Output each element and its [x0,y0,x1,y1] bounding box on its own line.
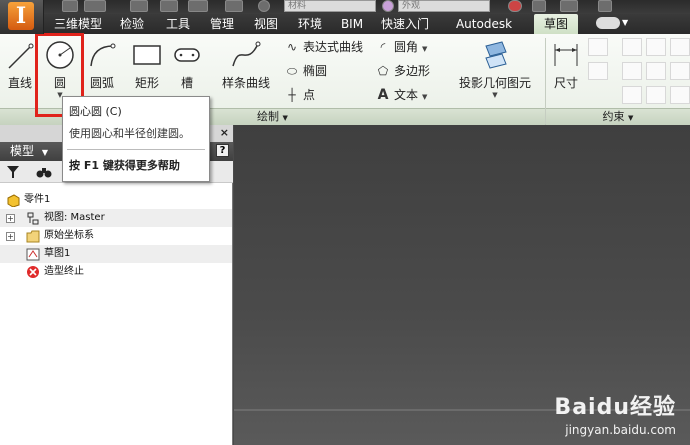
project-geometry-icon [485,41,507,69]
tangent-constraint-icon[interactable] [622,86,642,104]
tooltip-title: 圆心圆 (C) [69,105,122,118]
polygon-button[interactable]: ⬠ 多边形 [375,62,430,80]
tree-item-sketch[interactable]: 草图1 [0,245,232,263]
part-icon [7,194,20,207]
tab-3d-model[interactable]: 三维模型 [50,14,106,34]
fillet-button[interactable]: ◜ 圆角 ▼ [375,38,428,56]
chevron-down-icon[interactable]: ▼ [456,91,534,99]
panel-toggle-icon[interactable] [596,17,620,29]
tab-inspect[interactable]: 检验 [112,14,152,34]
dimension-button[interactable]: 尺寸 [550,38,582,91]
close-icon[interactable]: × [220,126,229,139]
tab-autodesk-360[interactable]: Autodesk 360 [444,14,524,51]
watermark-brand: Baidu经验 [554,395,676,420]
quick-access-toolbar: 材料 外观 [0,0,690,14]
chevron-down-icon[interactable]: ▼ [42,148,48,157]
rectangle-icon [133,45,161,65]
concentric-constraint-icon[interactable] [670,38,690,56]
collinear-constraint-icon[interactable] [646,38,666,56]
point-button[interactable]: ┼ 点 [284,86,315,104]
return-icon[interactable] [188,0,208,12]
ribbon-tab-bar: 三维模型 检验 工具 管理 视图 环境 BIM 快速入门 Autodesk 36… [0,14,690,51]
arc-button[interactable]: 圆弧 [86,38,118,91]
line-button[interactable]: 直线 [4,38,36,91]
customize-icon[interactable] [598,0,612,12]
end-of-part-icon [27,266,39,278]
appearance-icon [382,0,394,12]
tab-tools[interactable]: 工具 [158,14,198,34]
slot-button[interactable]: 槽 [172,38,202,91]
arc-icon [90,43,116,67]
tab-bim[interactable]: BIM [335,14,369,34]
folder-icon [26,230,40,243]
sketch-icon [26,248,40,261]
open-icon[interactable] [84,0,106,12]
tooltip-divider [67,149,205,150]
rectangle-button[interactable]: 矩形 [130,38,164,91]
chevron-down-icon: ▼ [628,114,634,122]
tree-item-part[interactable]: 零件1 [0,191,232,209]
expand-icon[interactable]: + [6,214,15,223]
appearance-dropdown[interactable]: 外观 [398,0,490,12]
horizontal-constraint-icon[interactable] [670,62,690,80]
filter-icon[interactable] [6,165,20,179]
polygon-icon: ⬠ [377,64,389,78]
vertical-constraint-icon[interactable] [670,86,690,104]
dimension-icon [554,44,578,66]
tree-item-end-of-part[interactable]: 造型终止 [0,263,232,281]
measure-icon[interactable] [532,0,546,12]
ellipse-icon: ⬭ [286,64,298,78]
tree-item-origin[interactable]: + 原始坐标系 [0,227,232,245]
show-constraints-icon[interactable] [588,62,608,80]
binoculars-icon[interactable] [36,165,52,179]
equation-curve-icon: ∿ [286,40,298,54]
redo-icon[interactable] [160,0,178,12]
material-icon [258,0,270,12]
chevron-down-icon[interactable]: ▼ [422,93,427,101]
tree-item-view[interactable]: + 视图: Master [0,209,232,227]
help-icon[interactable]: ? [216,144,229,157]
select-icon[interactable] [225,0,243,12]
equation-curve-button[interactable]: ∿ 表达式曲线 [284,38,363,56]
watermark-url: jingyan.baidu.com [565,423,676,437]
point-icon: ┼ [288,88,296,102]
expand-icon[interactable]: + [6,232,15,241]
inventor-logo-icon: I [8,2,34,30]
project-geometry-button[interactable]: 投影几何图元 ▼ [456,38,534,99]
chevron-down-icon: ▼ [282,114,288,122]
constrain-panel-bar[interactable]: 约束 ▼ [546,108,690,125]
new-icon[interactable] [62,0,78,12]
material-dropdown[interactable]: 材料 [284,0,376,12]
slot-icon [174,48,200,62]
update-icon[interactable] [508,0,522,12]
spline-icon [232,41,261,67]
perpendicular-constraint-icon[interactable] [646,62,666,80]
smooth-constraint-icon[interactable] [646,86,666,104]
view-representation-icon [27,212,39,225]
crosshair-icon[interactable] [560,0,578,12]
fillet-icon: ◜ [380,40,386,54]
chevron-down-icon[interactable]: ▼ [622,18,628,27]
ellipse-button[interactable]: ⬭ 椭圆 [284,62,327,80]
tab-view[interactable]: 视图 [248,14,284,34]
tab-manage[interactable]: 管理 [202,14,242,34]
text-icon: A [377,87,389,103]
tab-environments[interactable]: 环境 [290,14,330,34]
chevron-down-icon[interactable]: ▼ [422,45,427,53]
application-menu-button[interactable]: I [0,0,44,34]
spline-button[interactable]: 样条曲线 [218,38,274,91]
text-button[interactable]: A 文本 ▼ [375,86,428,104]
line-icon [8,43,34,69]
tooltip-help: 按 F1 键获得更多帮助 [69,159,180,172]
undo-icon[interactable] [130,0,148,12]
parallel-constraint-icon[interactable] [622,62,642,80]
auto-dimension-icon[interactable] [588,38,608,56]
watermark: Baidu经验 jingyan.baidu.com [554,389,676,437]
tab-sketch[interactable]: 草图 [534,14,578,34]
tab-get-started[interactable]: 快速入门 [374,14,436,34]
coincident-constraint-icon[interactable] [622,38,642,56]
tooltip-description: 使用圆心和半径创建圆。 [69,127,190,140]
circle-tooltip: 圆心圆 (C) 使用圆心和半径创建圆。 按 F1 键获得更多帮助 [62,96,210,182]
